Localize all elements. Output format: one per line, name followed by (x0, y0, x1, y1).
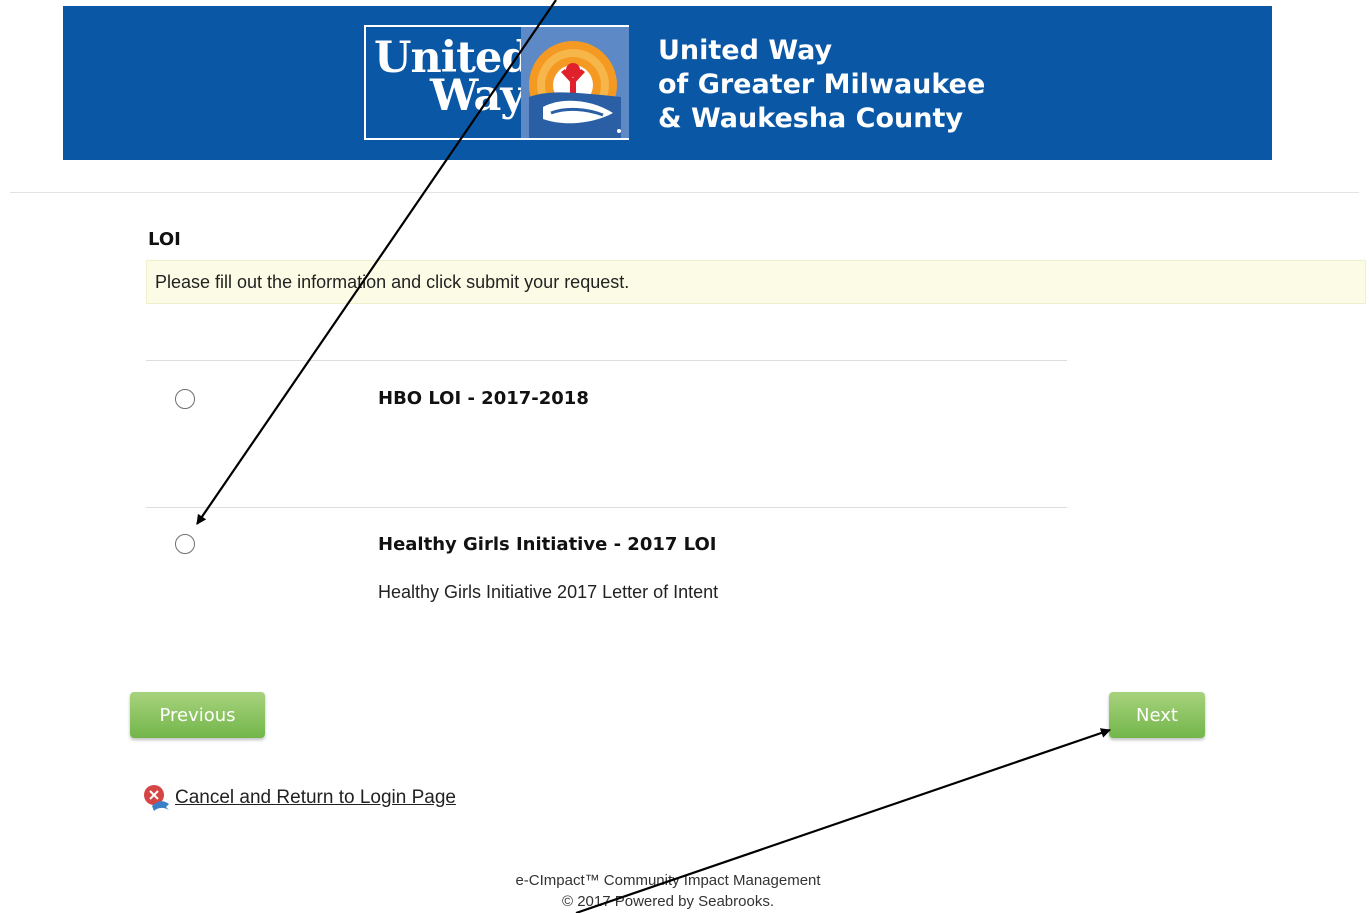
option-radio-healthy-girls[interactable] (175, 534, 195, 554)
page-title: LOI (148, 229, 181, 250)
cancel-return-link[interactable]: Cancel and Return to Login Page (142, 784, 456, 812)
organization-name: United Way of Greater Milwaukee & Waukes… (658, 34, 985, 136)
logo-word-way: Way (430, 71, 525, 121)
footer-copyright-line: © 2017 Powered by Seabrooks. (561, 893, 774, 910)
header-divider (10, 192, 1359, 193)
option-description-healthy-girls: Healthy Girls Initiative 2017 Letter of … (378, 582, 719, 602)
next-button[interactable]: Next (1109, 692, 1205, 738)
org-line-2: of Greater Milwaukee (658, 69, 986, 100)
cancel-return-label: Cancel and Return to Login Page (175, 787, 456, 808)
option-divider (146, 507, 1067, 508)
option-title-hbo-loi: HBO LOI - 2017-2018 (378, 388, 589, 409)
hand-rainbow-icon (521, 27, 629, 138)
instruction-text: Please fill out the information and clic… (155, 272, 630, 292)
org-line-3: & Waukesha County (658, 103, 963, 134)
option-radio-hbo-loi[interactable] (175, 389, 195, 409)
cancel-return-icon (142, 784, 172, 812)
org-line-1: United Way (658, 35, 833, 66)
header-banner: United Way United Way of Greater Milwauk… (63, 6, 1272, 160)
instruction-notice: Please fill out the information and clic… (146, 260, 1366, 304)
option-divider (146, 360, 1067, 361)
footer-product-line: e-CImpact™ Community Impact Management (515, 872, 821, 889)
united-way-logo: United Way (364, 25, 629, 140)
option-title-healthy-girls: Healthy Girls Initiative - 2017 LOI (378, 534, 717, 555)
previous-button[interactable]: Previous (130, 692, 265, 738)
